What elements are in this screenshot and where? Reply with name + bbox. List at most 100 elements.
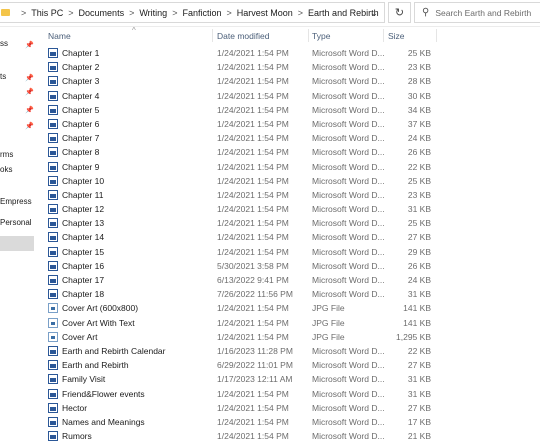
column-divider[interactable] (383, 29, 384, 42)
file-date: 6/13/2022 9:41 PM (217, 275, 289, 285)
file-row[interactable]: Chapter 9 1/24/2021 1:54 PM Microsoft Word… (40, 160, 540, 174)
file-size: 21 KB (407, 431, 431, 442)
file-row[interactable]: Chapter 10 1/24/2021 1:54 PM Microsoft Wor… (40, 174, 540, 188)
file-list: Chapter 1 1/24/2021 1:54 PM Microsoft Word… (40, 46, 540, 443)
file-type: JPG File (312, 331, 345, 342)
file-row[interactable]: Chapter 12 1/24/2021 1:54 PM Microsoft Wor… (40, 202, 540, 216)
file-row[interactable]: Chapter 5 1/24/2021 1:54 PM Microsoft Word… (40, 103, 540, 117)
file-row[interactable]: Chapter 2 1/24/2021 1:54 PM Microsoft Word… (40, 60, 540, 74)
file-row[interactable]: Chapter 17 6/13/2022 9:41 PM Microsoft Wor… (40, 273, 540, 287)
breadcrumb-documents[interactable]: Documents (79, 8, 125, 18)
word-doc-icon (48, 374, 58, 385)
search-input[interactable]: ⚲ Search Earth and Rebirth (414, 2, 540, 23)
file-row[interactable]: Chapter 7 1/24/2021 1:54 PM Microsoft Word… (40, 131, 540, 145)
nav-item-forms[interactable]: rms (0, 148, 40, 162)
file-type: Microsoft Word D... (312, 275, 385, 285)
file-row[interactable]: Hector 1/24/2021 1:54 PM Microsoft Word D.… (40, 401, 540, 415)
file-row[interactable]: Rumors 1/24/2021 1:54 PM Microsoft Word D.… (40, 429, 540, 443)
file-row[interactable]: Chapter 15 1/24/2021 1:54 PM Microsoft Wor… (40, 245, 540, 259)
file-row[interactable]: Chapter 18 7/26/2022 11:56 PM Microsoft Wo… (40, 287, 540, 301)
chevron-right-icon[interactable]: > (129, 8, 134, 18)
column-header-date-modified[interactable]: Date modified (217, 31, 269, 41)
breadcrumb-writing[interactable]: Writing (139, 8, 167, 18)
file-row[interactable]: Names and Meanings 1/24/2021 1:54 PM Micro… (40, 415, 540, 429)
column-divider[interactable] (436, 29, 437, 42)
file-size: 17 KB (407, 416, 431, 427)
nav-item[interactable]: ss 📌 (0, 37, 40, 51)
file-size: 31 KB (407, 374, 431, 385)
file-row[interactable]: Friend&Flower events 1/24/2021 1:54 PM Mic… (40, 387, 540, 401)
file-type: Microsoft Word D... (312, 374, 385, 385)
file-date: 1/24/2021 1:54 PM (217, 402, 289, 413)
file-size: 24 KB (407, 275, 431, 285)
file-type: Microsoft Word D... (312, 118, 385, 129)
file-row[interactable]: Chapter 3 1/24/2021 1:54 PM Microsoft Word… (40, 74, 540, 88)
file-row[interactable]: Earth and Rebirth 6/29/2022 11:01 PM Micro… (40, 358, 540, 372)
file-type: Microsoft Word D... (312, 90, 385, 101)
nav-item[interactable]: 📌 (0, 120, 40, 134)
chevron-right-icon[interactable]: > (68, 8, 73, 18)
file-row[interactable]: Chapter 1 1/24/2021 1:54 PM Microsoft Word… (40, 46, 540, 60)
column-header-row: ^ Name Date modified Type Size (40, 26, 540, 44)
file-type: JPG File (312, 303, 345, 314)
file-size: 31 KB (407, 388, 431, 399)
file-size: 23 KB (407, 62, 431, 73)
chevron-right-icon[interactable]: > (298, 8, 303, 18)
file-name: Chapter 18 (62, 289, 105, 300)
file-date: 1/24/2021 1:54 PM (217, 303, 289, 314)
file-date: 1/24/2021 1:54 PM (217, 232, 289, 243)
file-row[interactable]: Chapter 14 1/24/2021 1:54 PM Microsoft Wor… (40, 230, 540, 244)
file-name: Chapter 6 (62, 118, 100, 129)
nav-item-empress[interactable]: Empress (0, 195, 40, 209)
file-row[interactable]: Cover Art (600x800) 1/24/2021 1:54 PM JPG … (40, 301, 540, 315)
nav-item-label: Personal (0, 218, 32, 227)
word-doc-icon (48, 161, 58, 172)
breadcrumb-this-pc[interactable]: This PC (31, 8, 63, 18)
file-row[interactable]: Cover Art 1/24/2021 1:54 PM JPG File 1,295 … (40, 330, 540, 344)
file-row[interactable]: Chapter 6 1/24/2021 1:54 PM Microsoft Word… (40, 117, 540, 131)
file-row[interactable]: Chapter 11 1/24/2021 1:54 PM Microsoft Wor… (40, 188, 540, 202)
word-doc-icon (48, 402, 58, 413)
chevron-down-icon[interactable]: ⌄ (370, 8, 378, 19)
file-row[interactable]: Chapter 13 1/24/2021 1:54 PM Microsoft Wor… (40, 216, 540, 230)
address-bar-row: > This PC > Documents > Writing > Fanfic… (0, 0, 540, 27)
refresh-button[interactable]: ↻ (388, 2, 411, 23)
file-date: 1/24/2021 1:54 PM (217, 317, 289, 328)
file-row[interactable]: Chapter 4 1/24/2021 1:54 PM Microsoft Word… (40, 89, 540, 103)
breadcrumb-fanfiction[interactable]: Fanfiction (182, 8, 221, 18)
chevron-right-icon[interactable]: > (226, 8, 231, 18)
pin-icon: 📌 (25, 107, 34, 114)
file-row[interactable]: Earth and Rebirth Calendar 1/16/2023 11:2… (40, 344, 540, 358)
file-name: Chapter 5 (62, 104, 100, 115)
nav-item[interactable]: ts 📌 (0, 70, 40, 84)
file-type: Microsoft Word D... (312, 388, 385, 399)
nav-item-personal[interactable]: Personal (0, 216, 40, 230)
file-name: Chapter 14 (62, 232, 105, 243)
nav-item[interactable]: 📌 (0, 86, 40, 100)
file-row[interactable]: Cover Art With Text 1/24/2021 1:54 PM JPG … (40, 316, 540, 330)
nav-item[interactable]: 📌 (0, 104, 40, 118)
nav-item-books[interactable]: oks (0, 163, 40, 177)
folder-icon (1, 9, 10, 16)
file-name: Chapter 15 (62, 246, 105, 257)
column-header-type[interactable]: Type (312, 31, 330, 41)
breadcrumb-earth-and-rebirth[interactable]: Earth and Rebirth (308, 8, 379, 18)
address-bar[interactable]: > This PC > Documents > Writing > Fanfic… (0, 2, 385, 23)
file-row[interactable]: Chapter 8 1/24/2021 1:54 PM Microsoft Word… (40, 145, 540, 159)
refresh-icon: ↻ (394, 7, 405, 19)
breadcrumb-harvest-moon[interactable]: Harvest Moon (237, 8, 293, 18)
column-divider[interactable] (212, 29, 213, 42)
chevron-right-icon[interactable]: > (21, 8, 26, 18)
column-divider[interactable] (308, 29, 309, 42)
file-size: 27 KB (407, 360, 431, 371)
nav-item-selected[interactable] (0, 236, 34, 251)
file-row[interactable]: Family Visit 1/17/2023 12:11 AM Microsoft … (40, 372, 540, 386)
file-row[interactable]: Chapter 16 5/30/2021 3:58 PM Microsoft Wor… (40, 259, 540, 273)
file-size: 22 KB (407, 161, 431, 172)
file-size: 34 KB (407, 104, 431, 115)
chevron-right-icon[interactable]: > (172, 8, 177, 18)
column-header-name[interactable]: Name (48, 31, 71, 41)
file-size: 31 KB (407, 204, 431, 215)
column-header-size[interactable]: Size (388, 31, 405, 41)
pin-icon: 📌 (25, 89, 34, 96)
